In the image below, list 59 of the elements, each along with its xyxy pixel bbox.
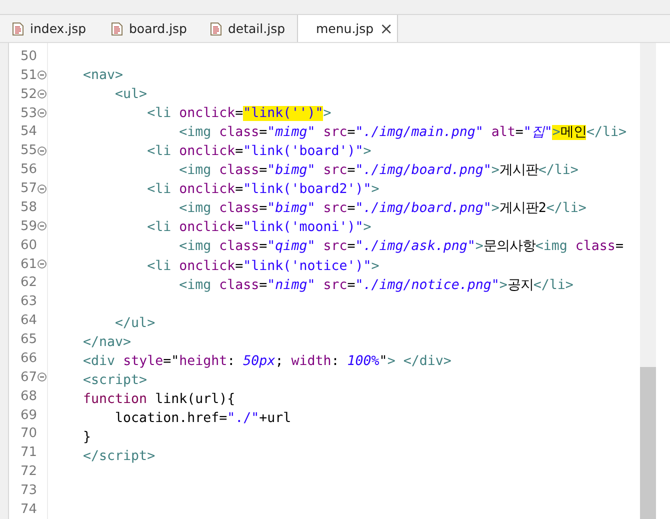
- line-number: 56: [19, 162, 37, 178]
- line-number: 64: [19, 313, 37, 328]
- code-line: <li onclick="link('board2')">: [146, 181, 380, 200]
- line-number: 55: [19, 143, 37, 158]
- code-line: <li onclick="link('notice')">: [146, 258, 380, 276]
- collapse-icon[interactable]: [37, 146, 47, 156]
- code-line: </ul>: [114, 314, 156, 333]
- line-number: 69: [19, 408, 37, 423]
- line-number: 61: [19, 256, 37, 272]
- code-line: <li onclick="link('board')">: [146, 143, 372, 162]
- collapse-icon[interactable]: [37, 89, 47, 100]
- collapse-icon[interactable]: [37, 184, 47, 194]
- line-number: 60: [19, 238, 37, 253]
- code-line: <div style="height: 50px; width: 100%"> </div>: [82, 352, 452, 371]
- editor-tab[interactable]: menu.jsp ×: [297, 15, 398, 42]
- line-number: 70: [19, 426, 37, 442]
- code-line: </script>: [82, 448, 156, 466]
- code-line: location.href="./"+url: [114, 410, 292, 428]
- code-line: <img class="nimg" src="./img/notice.png">공지</li>: [178, 276, 574, 295]
- line-number: 66: [19, 350, 37, 366]
- code-line: <script>: [82, 372, 148, 390]
- line-number: 51: [19, 68, 37, 83]
- line-number: 53: [19, 106, 37, 121]
- collapse-icon[interactable]: [37, 259, 47, 270]
- line-number: 52: [19, 86, 37, 102]
- line-number: 74: [19, 502, 37, 517]
- code-line: function link(url){: [82, 390, 236, 409]
- close-icon[interactable]: ×: [380, 19, 394, 38]
- code-line: <ul>: [114, 86, 148, 104]
- line-number: 50: [19, 48, 37, 64]
- line-number: 71: [19, 445, 37, 460]
- code-line: </nav>: [82, 334, 132, 352]
- line-number: 63: [19, 294, 37, 310]
- line-number: 68: [19, 388, 37, 404]
- code-line: <img class="qimg" src="./img/ask.png">문의사항<img class=: [178, 238, 624, 256]
- collapse-icon[interactable]: [37, 221, 47, 232]
- file-icon: [12, 22, 24, 36]
- line-number: 72: [19, 464, 37, 480]
- collapse-icon[interactable]: [37, 372, 47, 382]
- line-number: 59: [19, 218, 37, 234]
- line-number: 65: [19, 332, 37, 348]
- code-line: <li onclick="link('')">: [146, 105, 332, 124]
- code-line: }: [82, 428, 92, 447]
- collapse-icon[interactable]: [37, 108, 47, 118]
- file-icon: [111, 22, 123, 36]
- file-icon: [210, 22, 222, 36]
- scrollbar[interactable]: [640, 43, 656, 519]
- collapse-icon[interactable]: [37, 70, 47, 80]
- code-line: <img class="bimg" src="./img/board.png">게시판</li>: [178, 162, 580, 180]
- line-number: 54: [19, 124, 37, 140]
- code-line: <li onclick="link('mooni')">: [146, 219, 372, 238]
- code-line: <img class="bimg" src="./img/board.png">게시판2</li>: [178, 200, 588, 218]
- line-number: 73: [19, 483, 37, 498]
- code-line: <img class="mimg" src="./img/main.png" alt="집">메인</li>: [178, 124, 628, 142]
- line-number: 62: [19, 275, 37, 290]
- line-number: 57: [19, 181, 37, 196]
- line-number: 58: [19, 200, 37, 215]
- code-line: <nav>: [82, 67, 124, 86]
- line-number: 67: [19, 370, 37, 385]
